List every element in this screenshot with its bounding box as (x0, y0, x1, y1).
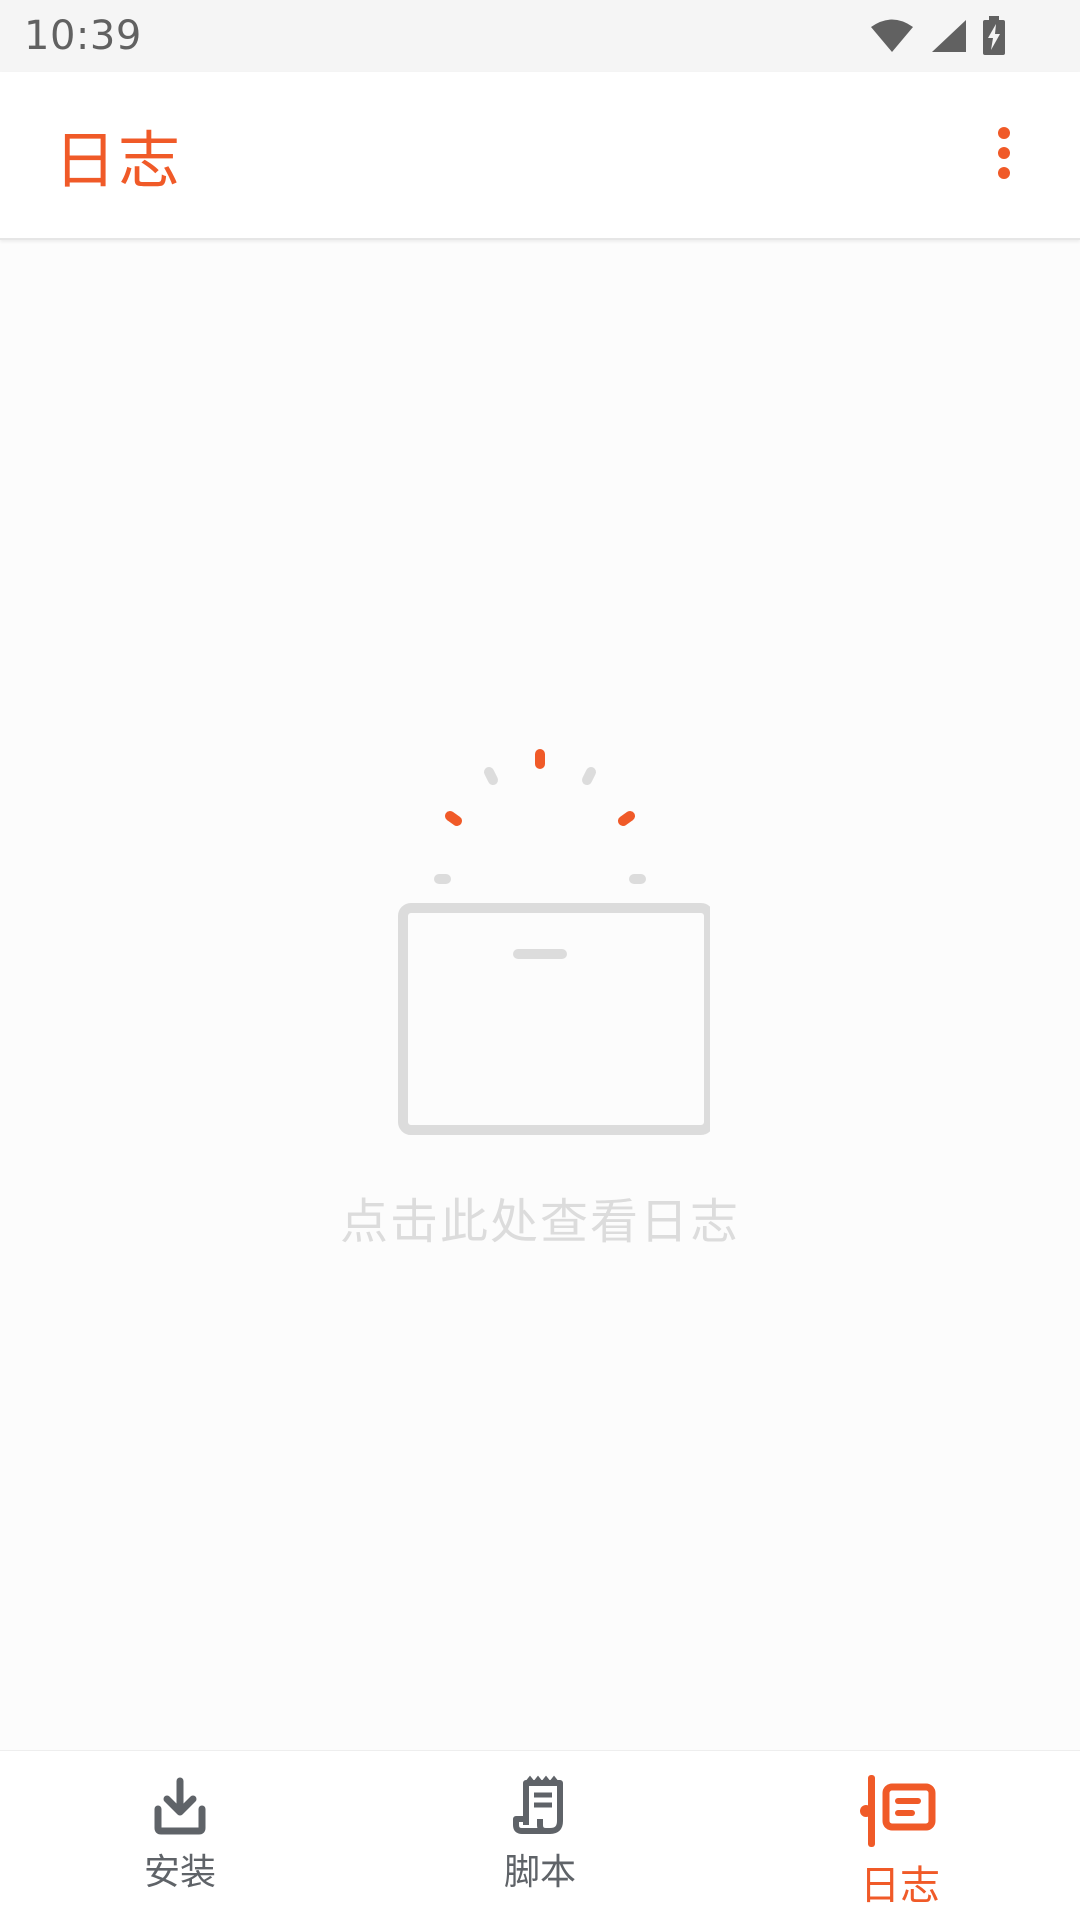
nav-label-install: 安装 (143, 1852, 216, 1893)
battery-charging-icon (982, 16, 1006, 56)
bottom-navigation: 安装 脚本 日志 (0, 1750, 1080, 1920)
screen: 10:39 日志 点击此处查看日志 安装 脚本 日志 (0, 0, 1080, 1920)
empty-box-icon (370, 740, 714, 1144)
nav-item-logs[interactable]: 日志 (720, 1751, 1080, 1920)
nav-item-scripts[interactable]: 脚本 (360, 1751, 720, 1920)
more-vert-icon (996, 127, 1012, 183)
app-bar: 日志 (0, 72, 1080, 240)
download-tray-icon (150, 1775, 210, 1837)
log-icon (860, 1775, 940, 1847)
empty-state[interactable]: 点击此处查看日志 (0, 740, 1080, 1252)
status-bar: 10:39 (0, 0, 1080, 72)
cell-signal-icon (928, 18, 968, 54)
status-time: 10:39 (24, 13, 142, 59)
more-options-button[interactable] (974, 115, 1034, 195)
empty-state-text: 点击此处查看日志 (339, 1194, 740, 1250)
nav-item-install[interactable]: 安装 (0, 1751, 360, 1920)
script-scroll-icon (510, 1775, 570, 1837)
nav-label-logs: 日志 (860, 1863, 940, 1909)
page-title: 日志 (54, 124, 183, 197)
nav-label-scripts: 脚本 (503, 1852, 576, 1893)
wifi-icon (870, 18, 914, 54)
status-icons (870, 16, 1006, 56)
